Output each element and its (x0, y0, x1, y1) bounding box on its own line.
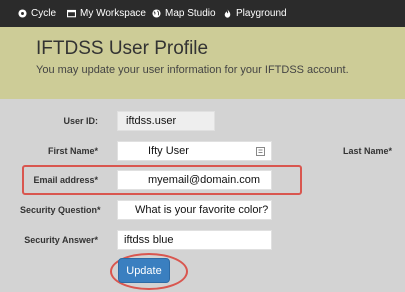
email-label: Email address* (33, 175, 98, 185)
nav-item-label: My Workspace (80, 8, 146, 19)
first-name-label: First Name* (47, 146, 98, 156)
security-answer-input[interactable]: iftdss blue (117, 230, 272, 250)
security-question-label: Security Question* (20, 205, 101, 215)
first-name-input[interactable]: Ifty User (117, 141, 272, 161)
user-id-value: iftdss.user (117, 111, 215, 131)
user-id-label: User ID: (63, 116, 98, 126)
nav-item-label: Cycle (31, 8, 57, 19)
nav-item-my-workspace[interactable]: My Workspace (67, 0, 146, 27)
last-name-label: Last Name* (342, 146, 392, 156)
contact-card-icon (256, 147, 265, 156)
nav-item-label: Map Studio (165, 8, 216, 19)
page-subtitle: You may update your user information for… (36, 64, 349, 76)
workspace-icon (67, 9, 76, 18)
nav-item-playground[interactable]: Playground (223, 0, 287, 27)
top-navbar: Cycle My Workspace Map Studio Playground (0, 0, 405, 27)
nav-item-map-studio[interactable]: Map Studio (152, 0, 216, 27)
email-input[interactable]: myemail@domain.com (117, 170, 272, 190)
nav-item-label: Playground (236, 8, 287, 19)
globe-icon (152, 9, 161, 18)
nav-item-cycle[interactable]: Cycle (18, 0, 56, 27)
security-answer-label: Security Answer* (24, 235, 98, 245)
security-question-input[interactable]: What is your favorite color? (117, 200, 272, 220)
update-button[interactable]: Update (118, 258, 170, 283)
flame-icon (224, 9, 231, 18)
first-name-value: Ifty User (148, 145, 189, 157)
page-title: IFTDSS User Profile (36, 38, 209, 59)
cycle-icon (18, 9, 27, 18)
